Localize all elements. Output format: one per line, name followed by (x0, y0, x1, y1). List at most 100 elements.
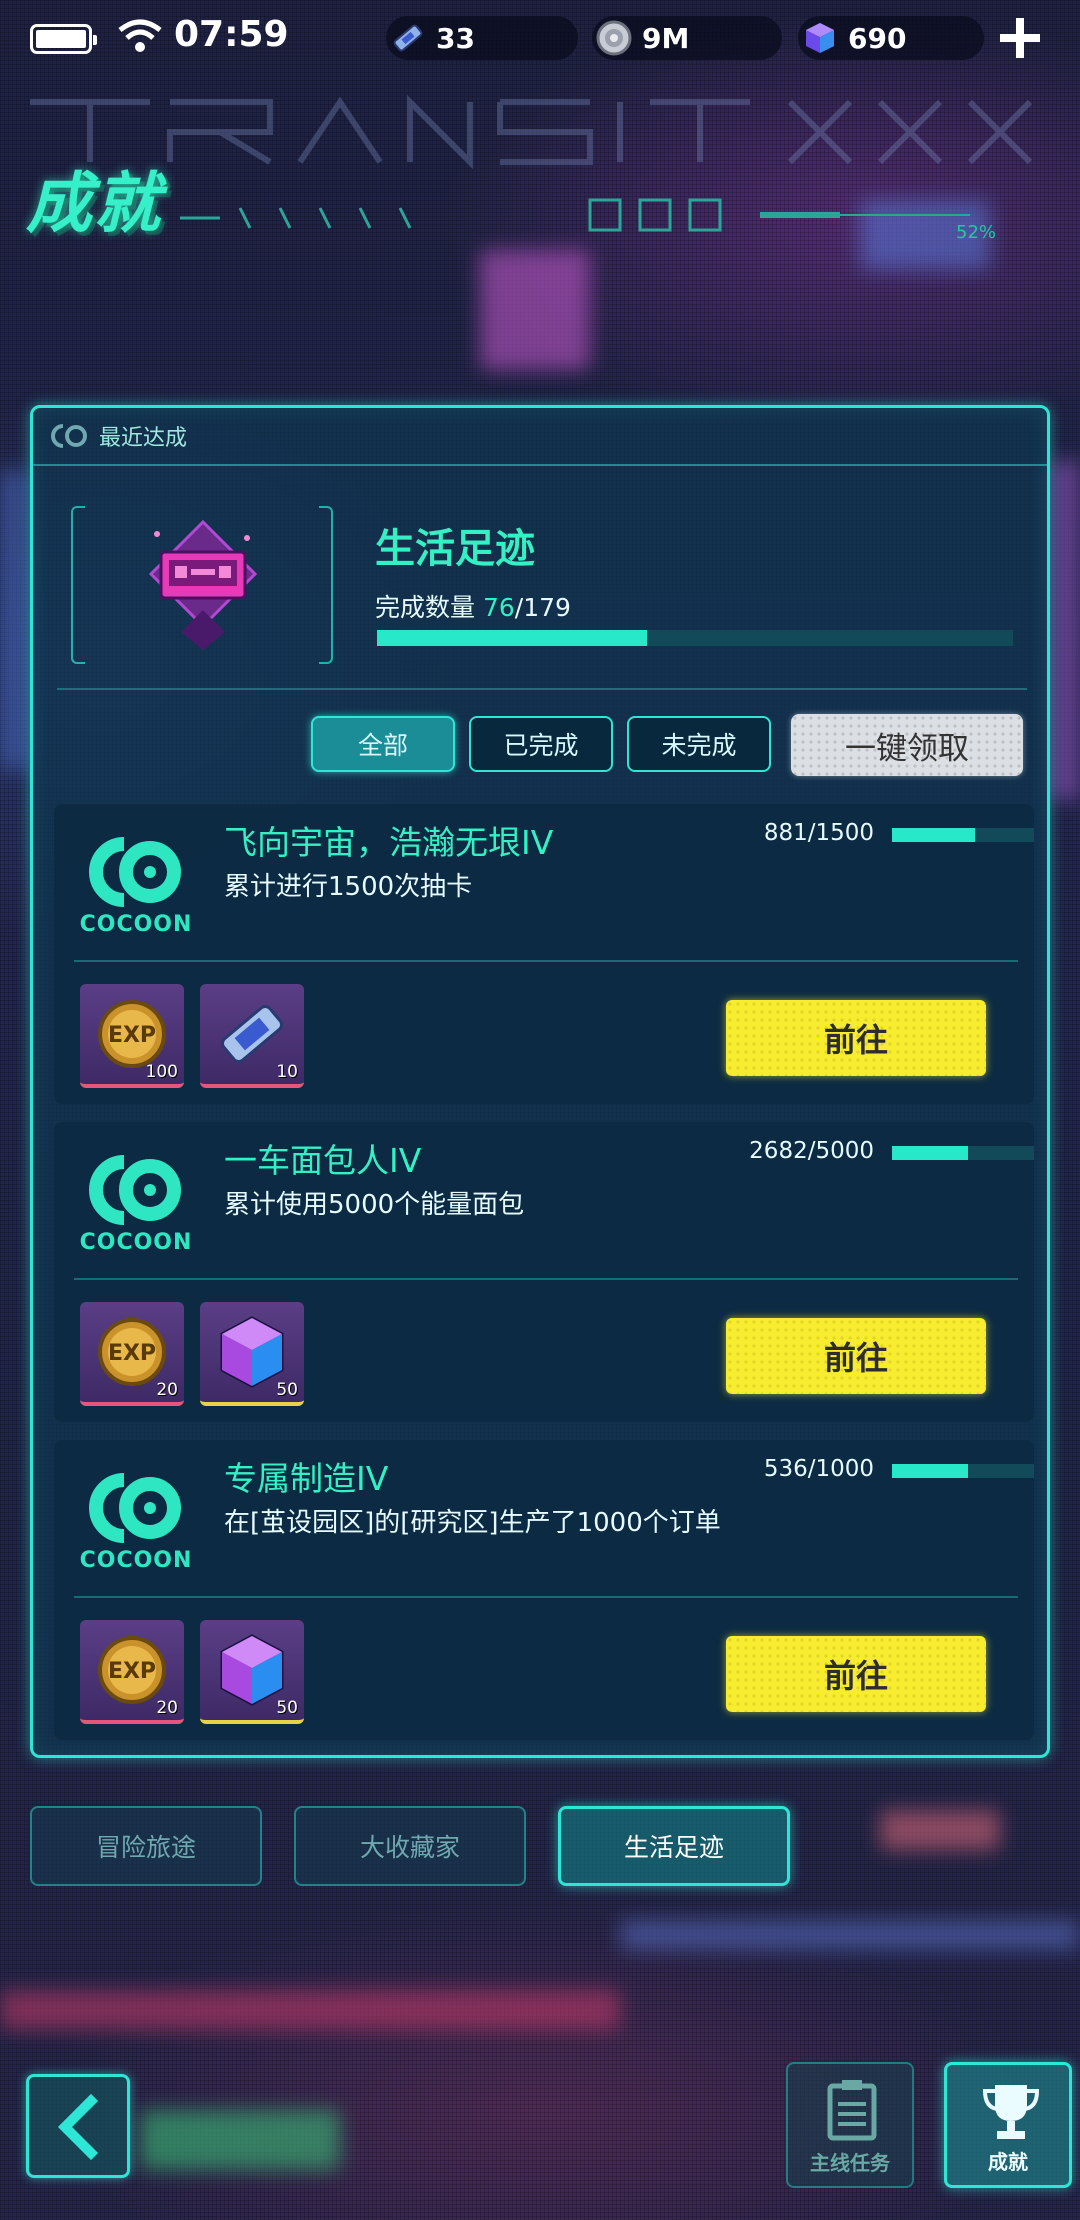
achievement-title: 一车面包人IV (224, 1141, 422, 1180)
divider (33, 464, 1047, 466)
achievement-description: 在[茧设园区]的[研究区]生产了1000个订单 (224, 1508, 721, 1538)
filter-done-button[interactable]: 已完成 (469, 716, 613, 772)
achievement-progress-fill (892, 828, 976, 842)
ticket-icon (386, 16, 430, 60)
go-button[interactable]: 前往 (726, 1318, 986, 1394)
header-decoration (30, 94, 1033, 170)
achievement-progress-bar (892, 1146, 1034, 1160)
category-progress-fill (377, 630, 648, 646)
achievement-panel: 最近达成 生活足迹 完成数量 76/179 全部 已完成 未完成 一键领取 CO… (30, 405, 1050, 1758)
progress-total: /179 (514, 593, 571, 622)
header-decoration-lines (180, 198, 722, 232)
go-button[interactable]: 前往 (726, 1636, 986, 1712)
achievement-card: COCOON 飞向宇宙，浩瀚无垠IV 累计进行1500次抽卡 881/1500 … (54, 804, 1034, 1104)
achievement-progress-fill (892, 1146, 969, 1160)
divider (57, 688, 1027, 690)
wifi-icon (118, 19, 162, 52)
clipboard-icon (827, 2080, 877, 2141)
tab-life[interactable]: 生活足迹 (558, 1806, 790, 1886)
back-button[interactable] (26, 2074, 130, 2178)
category-progress-text: 完成数量 76/179 (375, 588, 571, 624)
svg-text:EXP: EXP (108, 1659, 156, 1684)
bg-light (1050, 460, 1080, 800)
bg-light (0, 1990, 620, 2030)
reward-quantity: 10 (276, 1062, 298, 1082)
gem-counter[interactable]: 690 (798, 16, 984, 60)
cocoon-logo-icon: COCOON (76, 1150, 196, 1260)
achievement-card: COCOON 一车面包人IV 累计使用5000个能量面包 2682/5000 E… (54, 1122, 1034, 1422)
achievement-description: 累计进行1500次抽卡 (224, 872, 473, 902)
category-progress-bar (377, 630, 1013, 646)
reward-item[interactable]: EXP 20 (80, 1620, 184, 1724)
coin-count: 9M (642, 21, 690, 55)
filter-undone-button[interactable]: 未完成 (627, 716, 771, 772)
achievement-count: 2682/5000 (749, 1138, 874, 1164)
gem-count: 690 (848, 21, 907, 55)
claim-all-button[interactable]: 一键领取 (791, 714, 1023, 776)
brand-label: COCOON (79, 1548, 193, 1573)
brand-label: COCOON (79, 1230, 193, 1255)
cocoon-logo-icon: COCOON (76, 1468, 196, 1578)
cocoon-logo-icon (51, 424, 87, 448)
page-title: 成就 (26, 165, 162, 242)
recent-achieved-tab: 最近达成 (33, 408, 233, 464)
category-badge (71, 506, 333, 664)
progress-label: 完成数量 (375, 593, 476, 622)
reward-item[interactable]: 50 (200, 1620, 304, 1724)
bg-light (480, 250, 590, 370)
tab-collector[interactable]: 大收藏家 (294, 1806, 526, 1886)
cassette-badge-icon (148, 519, 258, 650)
main-quest-label: 主线任务 (810, 2151, 890, 2175)
cocoon-logo-icon: COCOON (76, 832, 196, 942)
achievement-title: 飞向宇宙，浩瀚无垠IV (224, 823, 554, 862)
divider (74, 1596, 1018, 1598)
reward-quantity: 50 (276, 1698, 298, 1718)
reward-item[interactable]: 10 (200, 984, 304, 1088)
ticket-counter[interactable]: 33 (386, 16, 578, 60)
progress-done: 76 (482, 593, 515, 622)
divider (74, 960, 1018, 962)
header-percent: 52% (956, 222, 997, 243)
ticket-count: 33 (436, 21, 475, 55)
bg-light (140, 2110, 340, 2170)
achievement-count: 536/1000 (763, 1456, 874, 1482)
tab-adventure[interactable]: 冒险旅途 (30, 1806, 262, 1886)
status-bar: 07:59 33 9M 690 (0, 0, 1080, 75)
bg-light (620, 1920, 1080, 1950)
reward-item[interactable]: EXP 20 (80, 1302, 184, 1406)
achievement-description: 累计使用5000个能量面包 (224, 1190, 525, 1220)
svg-text:EXP: EXP (108, 1023, 156, 1048)
main-quest-button[interactable]: 主线任务 (786, 2062, 914, 2188)
filter-all-button[interactable]: 全部 (311, 716, 455, 772)
achievement-card: COCOON 专属制造IV 在[茧设园区]的[研究区]生产了1000个订单 53… (54, 1440, 1034, 1740)
achievement-progress-bar (892, 1464, 1034, 1478)
add-currency-button[interactable] (996, 14, 1044, 62)
achievement-title: 专属制造IV (224, 1459, 389, 1498)
bg-light (880, 1810, 1000, 1850)
battery-icon (30, 24, 97, 54)
svg-text:EXP: EXP (108, 1341, 156, 1366)
achievement-count: 881/1500 (763, 820, 874, 846)
reward-item[interactable]: EXP 100 (80, 984, 184, 1088)
achievements-button[interactable]: 成就 (944, 2062, 1072, 2188)
category-title: 生活足迹 (375, 526, 535, 572)
reward-quantity: 100 (145, 1062, 178, 1082)
bg-light (0, 470, 30, 770)
recent-achieved-label: 最近达成 (99, 426, 188, 451)
achievement-progress-bar (892, 828, 1034, 842)
chevron-left-icon (57, 2093, 99, 2161)
achievements-label: 成就 (988, 2150, 1028, 2174)
clock: 07:59 (174, 14, 289, 55)
reward-quantity: 20 (156, 1380, 178, 1400)
coin-disc-icon (592, 16, 636, 60)
brand-label: COCOON (79, 912, 193, 937)
go-button[interactable]: 前往 (726, 1000, 986, 1076)
trophy-icon (982, 2085, 1040, 2139)
reward-quantity: 50 (276, 1380, 298, 1400)
gem-cube-icon (798, 16, 842, 60)
coin-counter[interactable]: 9M (592, 16, 782, 60)
achievement-progress-fill (892, 1464, 969, 1478)
reward-item[interactable]: 50 (200, 1302, 304, 1406)
header-progress-deco (760, 212, 970, 218)
reward-quantity: 20 (156, 1698, 178, 1718)
